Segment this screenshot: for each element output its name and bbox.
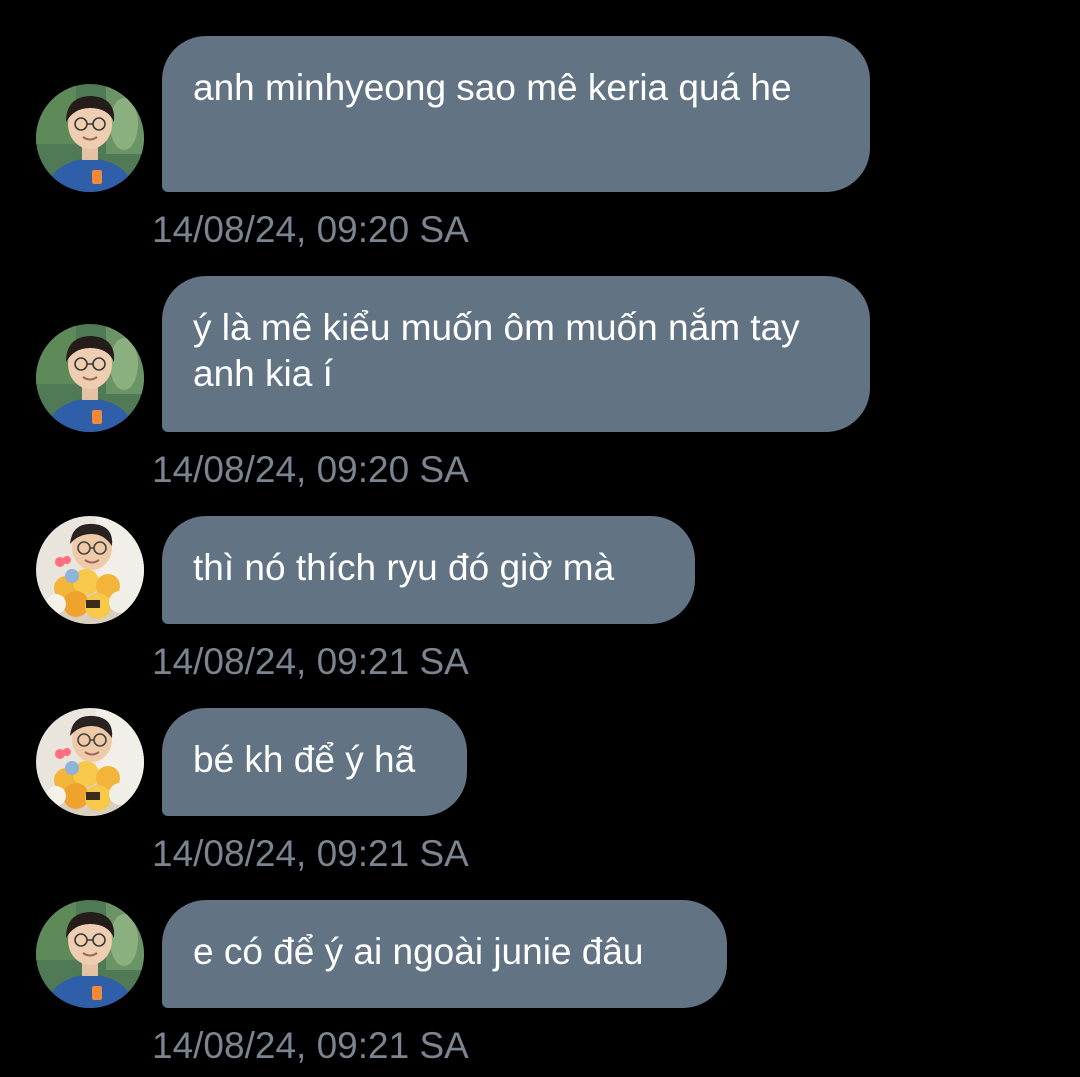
message-timestamp: 14/08/24, 09:21 SA (152, 1025, 469, 1066)
chat-thread: anh minhyeong sao mê keria quá he 14/08/… (0, 0, 1080, 1077)
message-bubble[interactable]: bé kh để ý hã (162, 708, 467, 816)
message-timestamp: 14/08/24, 09:20 SA (152, 209, 469, 250)
message-bubble[interactable]: thì nó thích ryu đó giờ mà (162, 516, 695, 624)
boy-glasses-avatar-icon (36, 84, 144, 192)
boy-glasses-avatar-icon (36, 900, 144, 1008)
message-timestamp: 14/08/24, 09:20 SA (152, 449, 469, 490)
avatar[interactable] (36, 324, 144, 432)
message-timestamp: 14/08/24, 09:21 SA (152, 833, 469, 874)
message-bubble[interactable]: anh minhyeong sao mê keria quá he (162, 36, 870, 192)
message-bubble[interactable]: e có để ý ai ngoài junie đâu (162, 900, 727, 1008)
avatar[interactable] (36, 900, 144, 1008)
flowers-avatar-icon (36, 516, 144, 624)
message-timestamp: 14/08/24, 09:21 SA (152, 641, 469, 682)
avatar[interactable] (36, 84, 144, 192)
flowers-avatar-icon (36, 708, 144, 816)
boy-glasses-avatar-icon (36, 324, 144, 432)
avatar[interactable] (36, 516, 144, 624)
avatar[interactable] (36, 708, 144, 816)
message-bubble[interactable]: ý là mê kiểu muốn ôm muốn nắm tay anh ki… (162, 276, 870, 432)
